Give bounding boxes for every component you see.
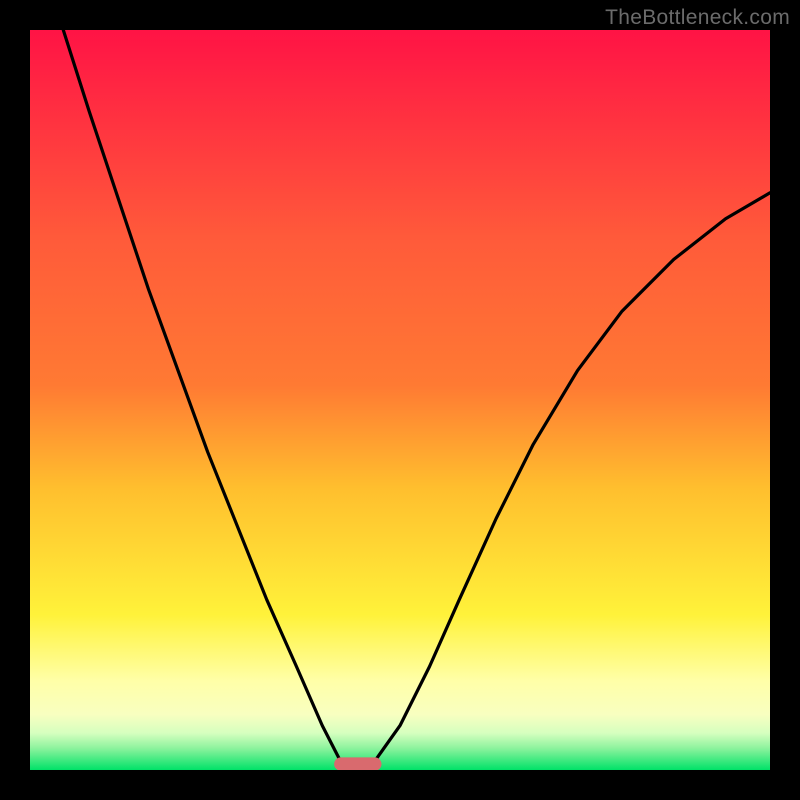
bottleneck-marker bbox=[334, 757, 381, 770]
chart-svg bbox=[30, 30, 770, 770]
watermark-text: TheBottleneck.com bbox=[605, 6, 790, 30]
gradient-background bbox=[30, 30, 770, 770]
chart-frame: TheBottleneck.com bbox=[0, 0, 800, 800]
chart-plot-area bbox=[30, 30, 770, 770]
